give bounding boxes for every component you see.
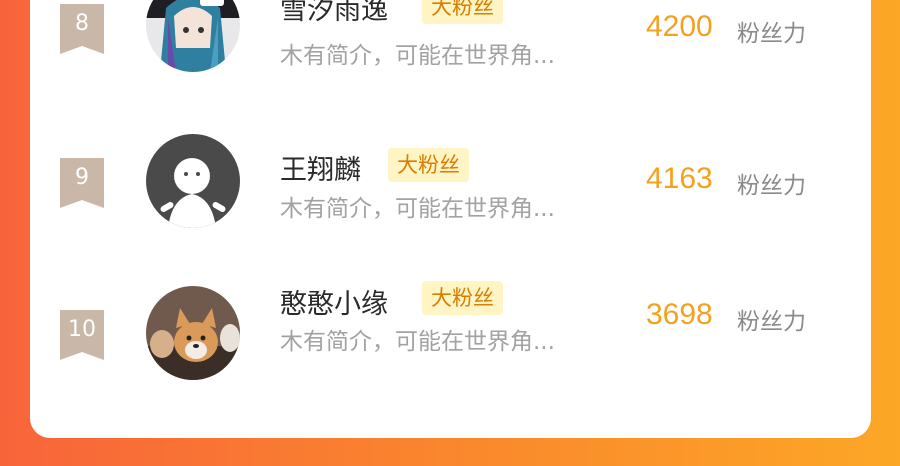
fan-power-score: 3698 [646,298,713,331]
fan-power-score: 4200 [646,10,713,43]
fan-power-score: 4163 [646,162,713,195]
corgi-dogs-avatar-icon[interactable] [146,286,240,380]
rank-badge: 9 [60,158,104,208]
ranking-row-9[interactable]: 9 王翔麟 大粉丝 木有简介，可能在世界角... 4163 粉丝力 [30,134,871,264]
user-bio: 木有简介，可能在世界角... [280,329,555,355]
fan-power-unit: 粉丝力 [737,21,806,47]
fan-level-tag: 大粉丝 [388,148,469,182]
rank-number: 10 [68,317,96,342]
user-bio: 木有简介，可能在世界角... [280,196,555,222]
user-name: 雪汐雨逸 [280,0,388,26]
user-bio: 木有简介，可能在世界角... [280,43,555,69]
rank-badge: 10 [60,310,104,360]
fan-level-tag: 大粉丝 [422,0,503,24]
fan-power-unit: 粉丝力 [737,173,806,199]
rank-number: 9 [75,165,89,190]
ranking-row-8[interactable]: 8 雪汐雨逸 大粉丝 木有简介，可能在世界角... 4200 粉丝力 [30,0,871,112]
anime-girl-avatar-icon[interactable] [146,0,240,72]
fan-ranking-card: 8 雪汐雨逸 大粉丝 木有简介，可能在世界角... 4200 粉丝力 9 王翔麟… [30,0,871,438]
user-name: 王翔麟 [280,155,361,186]
ranking-row-10[interactable]: 10 憨憨小缘 大粉丝 木有简介，可能在世界角... 3698 粉丝力 [30,281,871,420]
default-person-avatar-icon[interactable] [146,134,240,228]
rank-badge: 8 [60,4,104,54]
fan-power-unit: 粉丝力 [737,309,806,335]
user-name: 憨憨小缘 [280,289,388,320]
rank-number: 8 [75,11,89,36]
fan-level-tag: 大粉丝 [422,281,503,315]
